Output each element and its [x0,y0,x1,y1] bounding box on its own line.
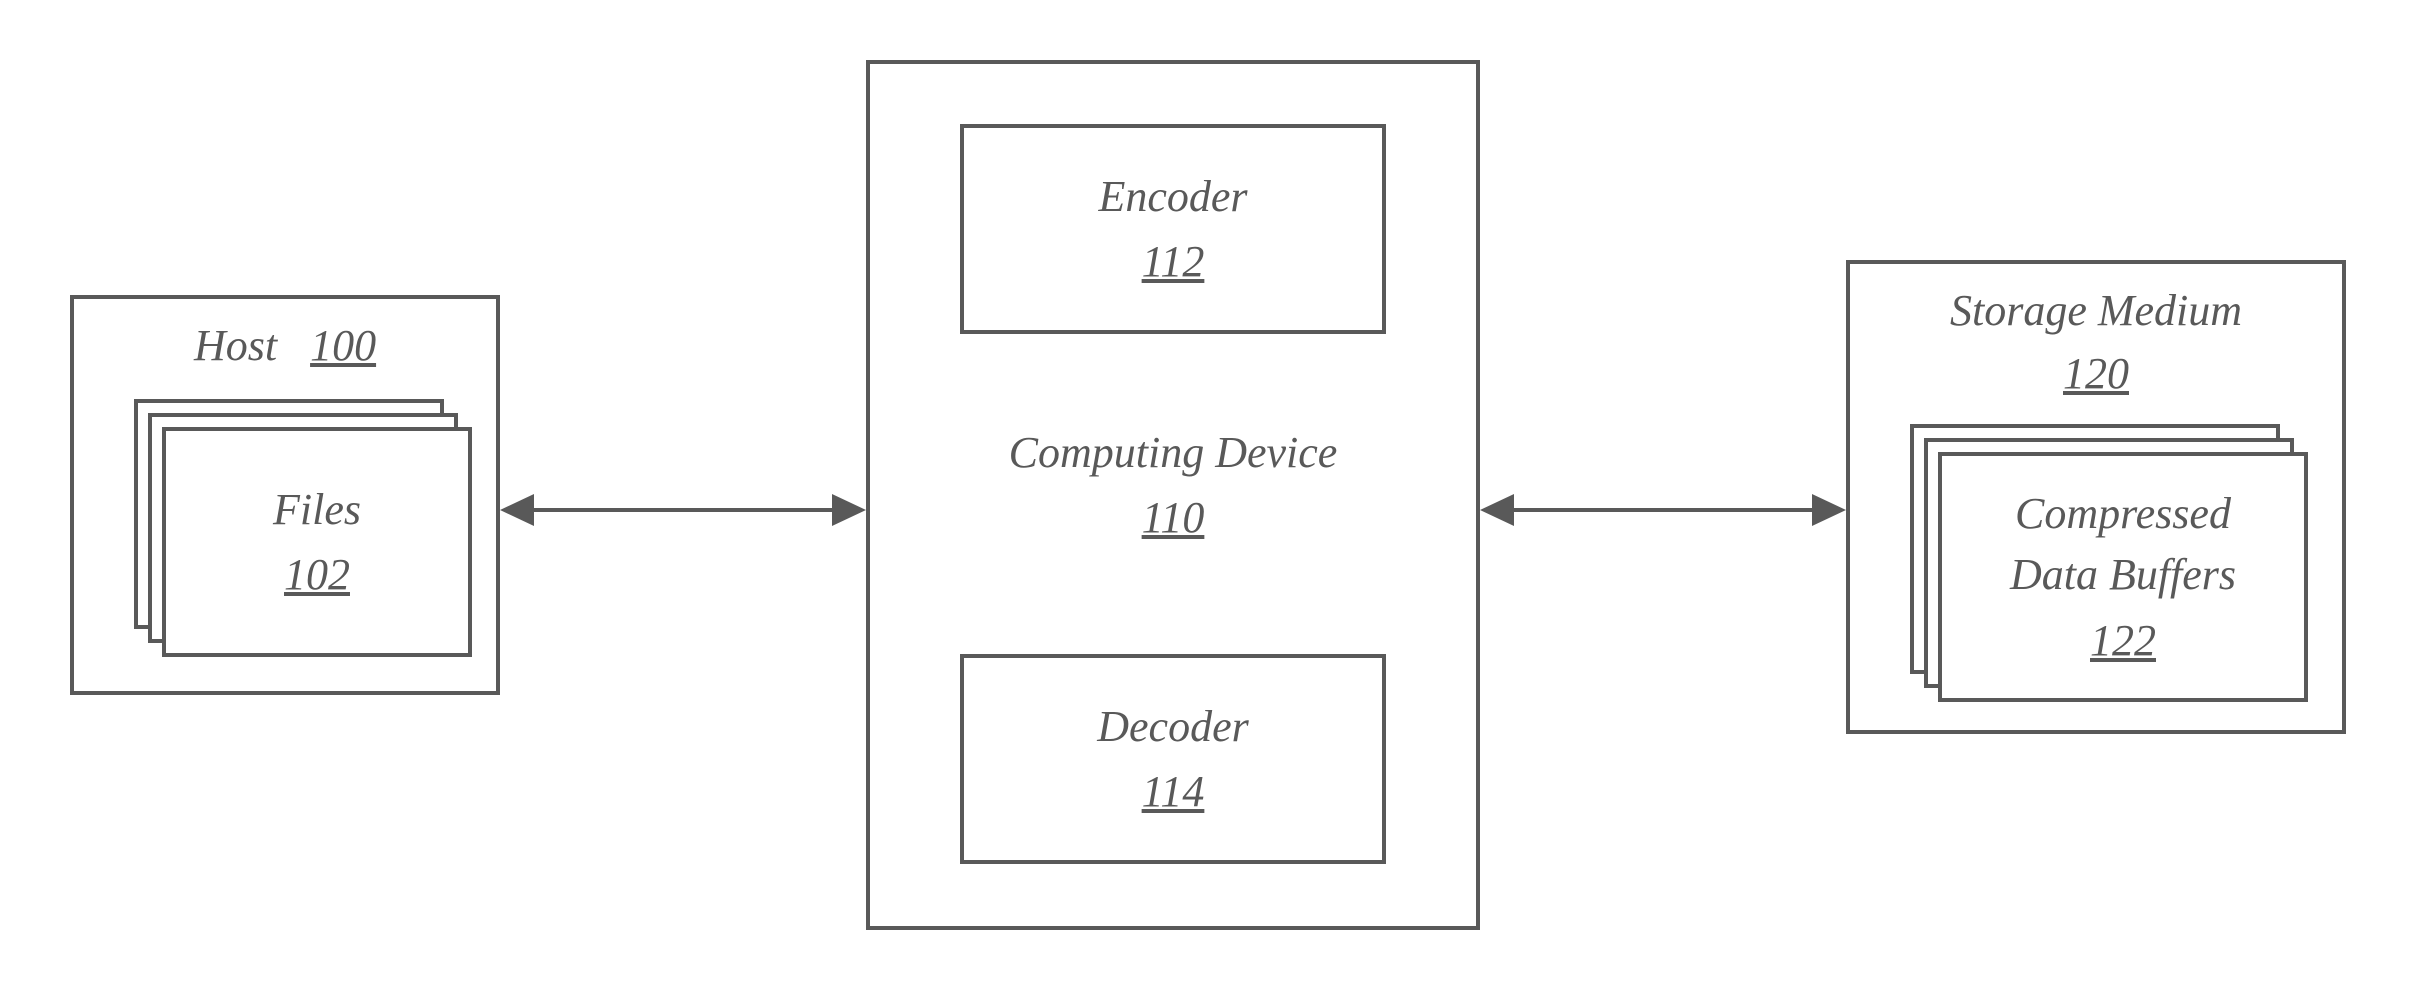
host-title: Host [194,321,277,370]
storage-title: Storage Medium [1950,282,2242,339]
storage-ref: 120 [2063,345,2129,402]
arrowhead-left-icon [1480,494,1514,526]
host-ref: 100 [310,321,376,370]
diagram-canvas: Host 100 Files 102 Encoder 112 [0,0,2414,989]
arrow-host-device [500,490,866,530]
storage-medium-box: Storage Medium 120 Compressed Data Buffe… [1846,260,2346,734]
encoder-ref: 112 [1142,233,1205,290]
files-card: Files 102 [162,427,472,657]
files-label: Files [273,481,361,538]
encoder-label: Encoder [1098,168,1247,225]
buffers-ref: 122 [2090,612,2156,669]
decoder-label: Decoder [1097,698,1249,755]
device-title-block: Computing Device 110 [870,424,1476,546]
arrow-device-storage [1480,490,1846,530]
buffers-label-2: Data Buffers [2010,546,2236,603]
host-title-row: Host 100 [194,317,376,374]
computing-device-box: Encoder 112 Computing Device 110 Decoder… [866,60,1480,930]
device-ref: 110 [1142,489,1205,546]
arrowhead-right-icon [832,494,866,526]
arrowhead-left-icon [500,494,534,526]
encoder-box: Encoder 112 [960,124,1386,334]
decoder-box: Decoder 114 [960,654,1386,864]
device-title: Computing Device [1009,424,1338,481]
files-ref: 102 [284,546,350,603]
arrowhead-right-icon [1812,494,1846,526]
host-box: Host 100 Files 102 [70,295,500,695]
buffers-card: Compressed Data Buffers 122 [1938,452,2308,702]
buffers-label-1: Compressed [2015,485,2231,542]
decoder-ref: 114 [1142,763,1205,820]
